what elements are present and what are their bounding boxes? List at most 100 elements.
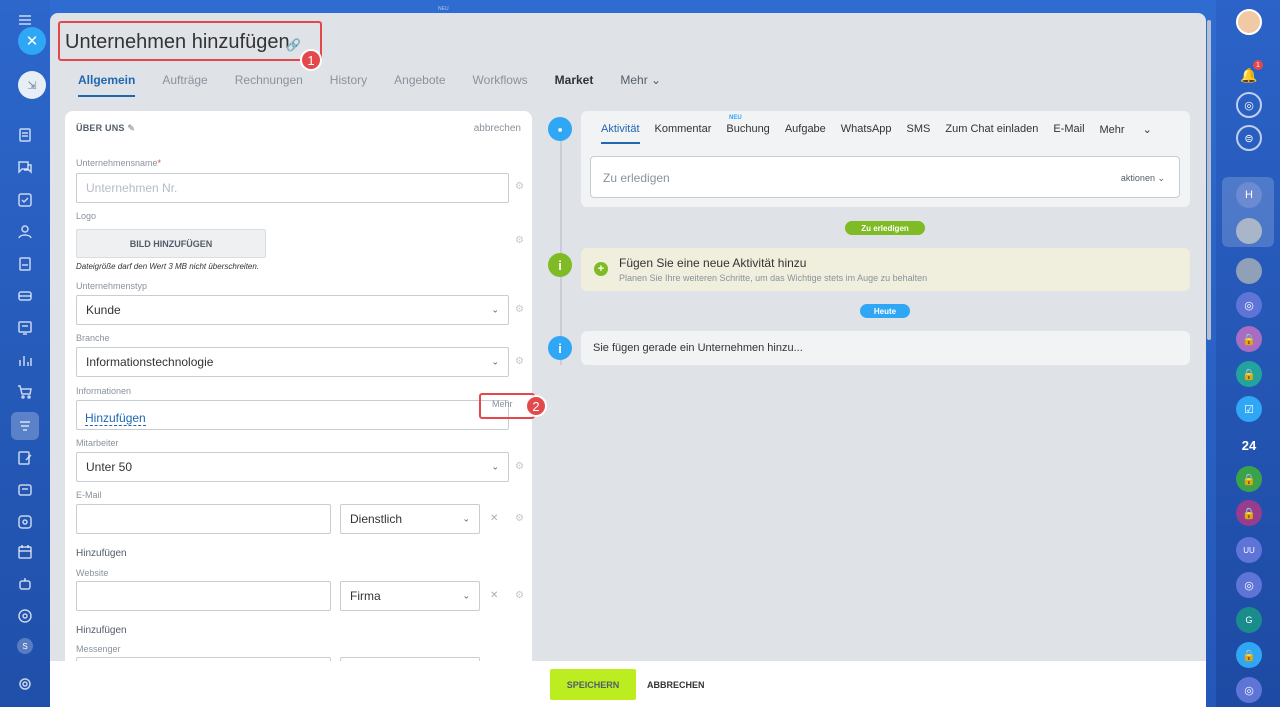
tab-email[interactable]: E-Mail (1053, 123, 1084, 144)
tab-history[interactable]: History (330, 73, 367, 97)
company-type-select[interactable]: Kunde ⌄ (76, 295, 509, 325)
tab-angebote[interactable]: Angebote (394, 73, 445, 97)
tab-chat-invite[interactable]: Zum Chat einladen (945, 123, 1038, 144)
information-more-button[interactable]: Mehr (492, 399, 513, 409)
copilot-icon[interactable]: ◎ (1236, 92, 1262, 118)
email-label: E-Mail (76, 490, 102, 500)
bitrix24-icon[interactable]: 24 (1236, 432, 1262, 458)
chat-avatar-person[interactable] (1236, 218, 1262, 244)
target-icon[interactable] (15, 606, 35, 626)
task-chat-icon[interactable]: ☑ (1236, 396, 1262, 422)
user-avatar[interactable] (1236, 9, 1262, 35)
settings-gear-icon[interactable]: ⚙ (515, 304, 524, 315)
plus-icon[interactable]: + (594, 262, 608, 276)
link-icon[interactable]: 🔗 (286, 38, 301, 52)
left-app-sidebar: S (0, 0, 50, 707)
tab-comment[interactable]: Kommentar (655, 123, 712, 144)
drive-icon[interactable] (15, 286, 35, 306)
shop-icon[interactable] (15, 382, 35, 402)
copilot-chat-icon[interactable]: ◎ (1236, 677, 1262, 703)
copilot-chat-icon[interactable]: ◎ (1236, 572, 1262, 598)
settings-gear-icon[interactable]: ⚙ (515, 181, 524, 192)
settings-gear-icon[interactable]: ⚙ (515, 356, 524, 367)
todo-actions-dropdown[interactable]: aktionen ⌄ (1121, 173, 1165, 184)
search-icon[interactable]: ⊜ (1236, 125, 1262, 151)
settings-gear-icon[interactable]: ⚙ (515, 461, 524, 472)
notice-title: Fügen Sie eine neue Aktivität hinzu (619, 256, 807, 270)
close-slider-button[interactable]: ✕ (18, 27, 46, 55)
panel-scrollbar[interactable] (1207, 20, 1211, 340)
lock-chat-icon[interactable]: 🔒 (1236, 642, 1262, 668)
chat-avatar-bot[interactable] (1236, 258, 1262, 284)
cancel-button[interactable]: ABBRECHEN (647, 680, 705, 690)
tab-rechnungen[interactable]: Rechnungen (235, 73, 303, 97)
page-title: Unternehmen hinzufügen (65, 31, 290, 53)
settings-gear-icon[interactable]: ⚙ (515, 235, 524, 246)
tab-activity[interactable]: Aktivität (601, 123, 640, 144)
logo-label: Logo (76, 211, 97, 221)
tab-booking[interactable]: Buchung (726, 123, 769, 144)
add-website-link[interactable]: Hinzufügen (76, 625, 127, 636)
documents-icon[interactable] (15, 254, 35, 274)
website-input[interactable] (76, 581, 331, 611)
contacts-icon[interactable] (15, 222, 35, 242)
card-header: ÜBER UNS ✎ (76, 123, 136, 133)
chevron-down-icon: ⌄ (491, 356, 499, 367)
background-new-badge: NEU (438, 6, 449, 12)
media-icon[interactable] (15, 512, 35, 532)
industry-select[interactable]: Informationstechnologie ⌄ (76, 347, 509, 377)
edit-icon[interactable] (15, 448, 35, 468)
new-badge: NEU (729, 115, 742, 121)
cards-icon[interactable] (15, 480, 35, 500)
lock-chat-icon[interactable]: 🔒 (1236, 326, 1262, 352)
activity-tabs: Aktivität Kommentar Buchung Aufgabe What… (601, 123, 1167, 144)
email-input[interactable] (76, 504, 331, 534)
add-information-link[interactable]: Hinzufügen (85, 411, 146, 426)
robot-icon[interactable] (15, 574, 35, 594)
calendar-icon[interactable] (15, 542, 35, 562)
minimize-slider-button[interactable]: ⇲ (18, 71, 46, 99)
chat-icon[interactable] (15, 157, 35, 177)
remove-website-icon[interactable]: ✕ (490, 590, 498, 601)
settings-icon[interactable] (15, 674, 35, 694)
lock-chat-icon[interactable]: 🔒 (1236, 361, 1262, 387)
tab-market[interactable]: Market (555, 73, 594, 97)
comment-icon: ▪ (548, 117, 572, 141)
tab-whatsapp[interactable]: WhatsApp (841, 123, 892, 144)
tab-task[interactable]: Aufgabe (785, 123, 826, 144)
website-type-select[interactable]: Firma ⌄ (340, 581, 480, 611)
crm-icon[interactable] (11, 412, 39, 440)
tab-allgemein[interactable]: Allgemein (78, 73, 136, 97)
feed-icon[interactable] (15, 125, 35, 145)
company-type-label: Unternehmenstyp (76, 281, 148, 291)
chat-avatar-g[interactable]: G (1236, 607, 1262, 633)
tab-more[interactable]: Mehr ⌄ (620, 73, 661, 97)
email-type-select[interactable]: Dienstlich ⌄ (340, 504, 480, 534)
copilot-chat-icon[interactable]: ◎ (1236, 292, 1262, 318)
info-icon: i (548, 336, 572, 360)
todo-input[interactable]: Zu erledigen aktionen ⌄ (590, 156, 1180, 198)
add-email-link[interactable]: Hinzufügen (76, 548, 127, 559)
pencil-icon[interactable]: ✎ (127, 123, 135, 133)
timeline-line (560, 125, 562, 365)
analytics-icon[interactable] (15, 350, 35, 370)
tab-workflows[interactable]: Workflows (473, 73, 528, 97)
tasks-icon[interactable] (15, 190, 35, 210)
settings-gear-icon[interactable]: ⚙ (515, 590, 524, 601)
chat-avatar-uu[interactable]: UU (1236, 537, 1262, 563)
tab-auftraege[interactable]: Aufträge (162, 73, 207, 97)
lock-chat-icon[interactable]: 🔒 (1236, 466, 1262, 492)
card-cancel-link[interactable]: abbrechen (474, 123, 521, 134)
tab-sms[interactable]: SMS (907, 123, 931, 144)
employees-select[interactable]: Unter 50 ⌄ (76, 452, 509, 482)
sites-icon[interactable] (15, 318, 35, 338)
user-initial-icon[interactable]: S (17, 638, 33, 654)
settings-gear-icon[interactable]: ⚙ (515, 513, 524, 524)
remove-email-icon[interactable]: ✕ (490, 513, 498, 524)
chat-avatar-h[interactable]: H (1236, 182, 1262, 208)
save-button[interactable]: SPEICHERN (550, 669, 636, 700)
company-name-input[interactable]: Unternehmen Nr. (76, 173, 509, 203)
tab-more[interactable]: Mehr ⌄ (1100, 123, 1152, 144)
add-image-button[interactable]: BILD HINZUFÜGEN (76, 229, 266, 258)
lock-chat-icon[interactable]: 🔒 (1236, 500, 1262, 526)
